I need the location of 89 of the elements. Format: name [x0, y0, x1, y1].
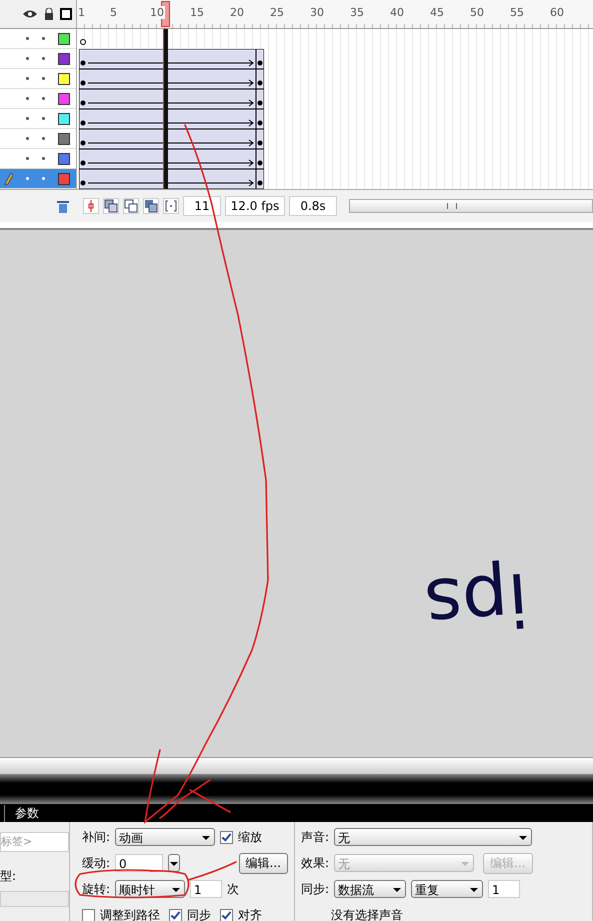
visibility-dot[interactable]: [26, 97, 29, 100]
motion-tween-span[interactable]: [79, 129, 264, 149]
rotate-label: 旋转:: [82, 880, 110, 898]
times-label: 次: [227, 880, 240, 898]
ease-label: 缓动:: [82, 854, 110, 872]
onion-skin-icon[interactable]: [103, 198, 119, 214]
motion-tween-span[interactable]: [79, 89, 264, 109]
visibility-dot[interactable]: [26, 57, 29, 60]
outline-color-swatch[interactable]: [58, 152, 70, 164]
ease-slider-button[interactable]: [168, 854, 180, 872]
ruler-label: 30: [309, 6, 325, 19]
lock-dot[interactable]: [42, 97, 45, 100]
option-checkbox[interactable]: [169, 908, 182, 921]
visibility-dot[interactable]: [26, 77, 29, 80]
stage-scrollbar[interactable]: [0, 757, 593, 774]
lock-dot[interactable]: [42, 137, 45, 140]
option-label: 同步: [187, 906, 211, 921]
outline-color-swatch[interactable]: [58, 32, 70, 44]
lock-icon[interactable]: [44, 8, 54, 20]
visibility-dot[interactable]: [26, 117, 29, 120]
tween-dropdown[interactable]: 动画: [115, 828, 216, 846]
option-label: 对齐: [238, 906, 262, 921]
outline-color-swatch[interactable]: [58, 52, 70, 64]
ruler-label: 40: [389, 6, 405, 19]
visibility-dot[interactable]: [26, 177, 29, 180]
motion-tween-span[interactable]: [79, 49, 264, 69]
ruler-label: 10: [149, 6, 165, 19]
effect-label: 效果:: [301, 854, 330, 872]
pencil-icon: [5, 173, 13, 185]
tween-label: 补间:: [82, 828, 110, 846]
lock-dot[interactable]: [42, 177, 45, 180]
ruler-label: 60: [549, 6, 565, 19]
rotate-count-field[interactable]: 1: [190, 880, 222, 898]
motion-tween-span[interactable]: [79, 149, 264, 169]
stage-text: ips: [422, 556, 532, 648]
option-checkbox[interactable]: [82, 908, 95, 921]
ruler-label: 20: [229, 6, 245, 19]
horizontal-scrollbar[interactable]: [349, 199, 593, 213]
motion-tween-span[interactable]: [79, 69, 264, 89]
visibility-dot[interactable]: [26, 137, 29, 140]
motion-tween-span[interactable]: [79, 169, 264, 189]
type-label: 型:: [0, 868, 18, 885]
eye-icon[interactable]: [22, 9, 38, 19]
empty-keyframe-icon[interactable]: [79, 38, 87, 46]
edit-multiple-frames-icon[interactable]: [143, 198, 159, 214]
lock-dot[interactable]: [42, 117, 45, 120]
lock-dot[interactable]: [42, 77, 45, 80]
ease-field[interactable]: 0: [115, 854, 164, 872]
ruler-label: 45: [429, 6, 445, 19]
frame-rate: 12.0 fps: [225, 196, 285, 216]
onion-outline-icon[interactable]: [123, 198, 139, 214]
center-frame-icon[interactable]: [83, 198, 99, 214]
outline-color-swatch[interactable]: [58, 92, 70, 104]
visibility-dot[interactable]: [26, 157, 29, 160]
repeat-count-field[interactable]: 1: [488, 880, 520, 898]
outline-icon[interactable]: [60, 8, 72, 20]
edit-button[interactable]: 编辑...: [238, 852, 288, 874]
current-frame: 11: [183, 196, 221, 216]
option-label: 调整到路径: [100, 906, 160, 921]
repeat-dropdown[interactable]: 重复: [411, 880, 484, 898]
option-checkbox[interactable]: [220, 908, 233, 921]
outline-color-swatch[interactable]: [58, 172, 70, 184]
visibility-dot[interactable]: [26, 37, 29, 40]
outline-color-swatch[interactable]: [58, 112, 70, 124]
ruler-label: 35: [349, 6, 365, 19]
ruler-label: 1: [77, 6, 86, 19]
lock-dot[interactable]: [42, 57, 45, 60]
motion-tween-span[interactable]: [79, 109, 264, 129]
outline-color-swatch[interactable]: [58, 132, 70, 144]
ruler-label: 15: [189, 6, 205, 19]
ruler-label: 50: [469, 6, 485, 19]
outline-color-swatch[interactable]: [58, 72, 70, 84]
layer-row[interactable]: [0, 169, 76, 189]
elapsed-time: 0.8s: [289, 196, 337, 216]
ruler-label: 5: [109, 6, 118, 19]
lock-dot[interactable]: [42, 157, 45, 160]
ruler-label: 55: [509, 6, 525, 19]
sound-note: 没有选择声音: [330, 906, 403, 921]
sync-label: 同步:: [301, 880, 330, 898]
lock-dot[interactable]: [42, 37, 45, 40]
scale-label: 缩放: [238, 828, 262, 846]
rotate-dropdown[interactable]: 顺时针: [115, 880, 186, 898]
sound-dropdown[interactable]: 无: [334, 828, 532, 846]
trash-icon[interactable]: [57, 200, 69, 212]
sound-label: 声音:: [301, 828, 330, 846]
sync-dropdown[interactable]: 数据流: [334, 880, 406, 898]
ruler-label: 25: [269, 6, 285, 19]
scale-checkbox[interactable]: [220, 830, 234, 844]
bracket-icon[interactable]: [163, 198, 179, 214]
